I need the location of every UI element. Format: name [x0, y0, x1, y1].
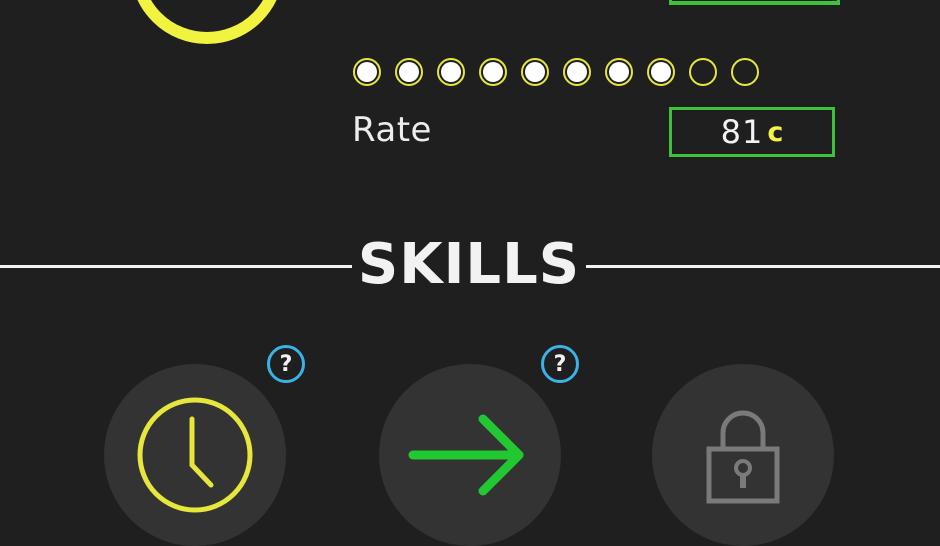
level-dot-filled: [437, 58, 465, 86]
level-dot-empty: [689, 58, 717, 86]
skill-button-speed[interactable]: [379, 364, 561, 546]
coin-icon: c: [767, 116, 784, 148]
section-title: SKILLS: [357, 232, 581, 297]
level-dot-filled: [395, 58, 423, 86]
level-dot-filled: [647, 58, 675, 86]
divider-left: [0, 265, 352, 268]
top-progress-ring: [130, 0, 284, 44]
rate-label: Rate: [352, 110, 432, 150]
rate-upgrade-button[interactable]: 81 c: [669, 107, 835, 157]
clock-icon: [137, 397, 253, 513]
level-dot-empty: [731, 58, 759, 86]
lock-icon: [706, 410, 780, 504]
help-icon[interactable]: ?: [541, 345, 579, 383]
divider-right: [586, 265, 940, 268]
rate-level-dots: [353, 58, 759, 86]
level-dot-filled: [353, 58, 381, 86]
top-value-box: [669, 0, 840, 5]
help-icon[interactable]: ?: [267, 345, 305, 383]
arrow-right-icon: [408, 414, 524, 496]
level-dot-filled: [605, 58, 633, 86]
level-dot-filled: [521, 58, 549, 86]
rate-cost-value: 81: [720, 113, 764, 151]
skill-button-time[interactable]: [104, 364, 286, 546]
level-dot-filled: [563, 58, 591, 86]
skill-button-locked[interactable]: [652, 364, 834, 546]
level-dot-filled: [479, 58, 507, 86]
